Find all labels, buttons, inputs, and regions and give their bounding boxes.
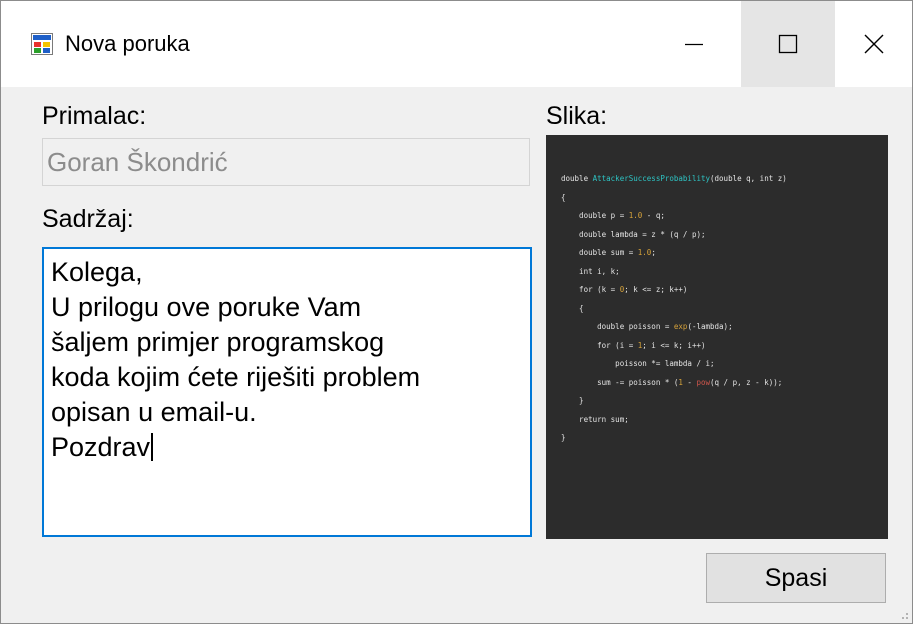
text-caret xyxy=(151,433,154,461)
window-title: Nova poruka xyxy=(65,31,190,56)
maximize-icon xyxy=(778,34,798,54)
content-line: Kolega, xyxy=(51,257,143,287)
minimize-icon xyxy=(685,43,703,46)
image-label: Slika: xyxy=(546,102,608,130)
close-icon xyxy=(864,34,883,54)
content-line-last: Pozdrav xyxy=(51,430,530,465)
content-label: Sadržaj: xyxy=(42,205,134,233)
message-window: Nova poruka Primalac: Goran Škondrić Sad… xyxy=(0,0,913,624)
content-line-text: Pozdrav xyxy=(51,432,151,462)
save-button[interactable]: Spasi xyxy=(706,553,886,603)
code-line: double AttackerSuccessProbability(double… xyxy=(561,174,787,183)
code-line: double poisson = exp(-lambda); xyxy=(561,322,733,331)
code-line: { xyxy=(561,303,584,313)
code-line: } xyxy=(561,433,566,442)
code-line: double p = 1.0 - q; xyxy=(561,211,665,220)
content-line: koda kojim ćete riješiti problem xyxy=(51,362,421,392)
code-line: sum -= poisson * (1 - pow(q / p, z - k))… xyxy=(561,377,783,387)
code-line: double sum = 1.0; xyxy=(561,248,656,257)
recipient-label: Primalac: xyxy=(42,102,147,130)
minimize-button[interactable] xyxy=(647,1,741,87)
recipient-field[interactable]: Goran Škondrić xyxy=(42,138,530,186)
close-button[interactable] xyxy=(835,1,912,87)
code-line: for (k = 0; k <= z; k++) xyxy=(561,285,688,294)
code-line: int i, k; xyxy=(561,266,620,276)
content-line: opisan u email-u. xyxy=(51,397,257,427)
maximize-button[interactable] xyxy=(741,1,835,87)
code-line: double lambda = z * (q / p); xyxy=(561,229,706,239)
code-line: } xyxy=(561,396,584,405)
code-line: for (i = 1; i <= k; i++) xyxy=(561,340,706,350)
code-line: return sum; xyxy=(561,414,629,424)
content-line: šaljem primjer programskog xyxy=(51,327,385,357)
code-image-preview[interactable]: double AttackerSuccessProbability(double… xyxy=(546,135,888,539)
title-bar[interactable]: Nova poruka xyxy=(1,1,912,87)
content-textarea[interactable]: Kolega, U prilogu ove poruke Vam šaljem … xyxy=(42,247,532,537)
code-line: { xyxy=(561,192,566,202)
code-lines: double AttackerSuccessProbability(double… xyxy=(561,170,787,448)
resize-grip-icon[interactable] xyxy=(897,608,909,620)
windows-form-icon xyxy=(31,33,53,55)
code-line: poisson *= lambda / i; xyxy=(561,359,715,368)
content-line: U prilogu ove poruke Vam xyxy=(51,292,362,322)
